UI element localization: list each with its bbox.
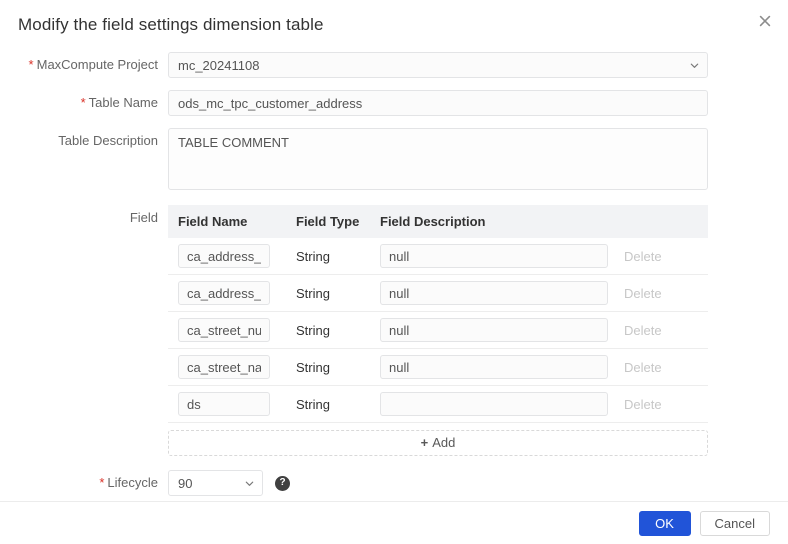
column-header-field-name: Field Name xyxy=(168,205,286,238)
modify-field-settings-dialog: Modify the field settings dimension tabl… xyxy=(0,0,788,544)
required-asterisk: * xyxy=(99,475,105,490)
ok-button[interactable]: OK xyxy=(638,510,691,536)
form: *MaxCompute Project *Tab xyxy=(0,48,788,496)
delete-link[interactable]: Delete xyxy=(624,286,662,301)
table-name-label: * Table Name xyxy=(0,90,168,116)
field-name-input[interactable] xyxy=(178,355,270,379)
cell-field-name xyxy=(168,348,286,386)
field-description-input[interactable] xyxy=(380,355,608,379)
table-name-input[interactable] xyxy=(168,90,708,116)
required-asterisk: * xyxy=(28,57,34,72)
cell-field-type: String xyxy=(286,274,370,312)
field-table-head: Field Name Field Type Field Description xyxy=(168,205,708,238)
dialog-body: *MaxCompute Project *Tab xyxy=(0,48,788,501)
cell-field-description xyxy=(370,274,614,312)
table-row: String Delete xyxy=(168,238,708,275)
field-description-input[interactable] xyxy=(380,244,608,268)
field-name-input[interactable] xyxy=(178,281,270,305)
cell-action: Delete xyxy=(614,311,708,349)
delete-link[interactable]: Delete xyxy=(624,249,662,264)
lifecycle-select[interactable] xyxy=(168,470,263,496)
cell-field-description xyxy=(370,385,614,423)
column-header-action xyxy=(614,205,708,238)
field-table-body: String Delete String Delete xyxy=(168,238,708,423)
field-label: Field xyxy=(129,210,158,225)
dialog-footer: OK Cancel xyxy=(0,501,788,544)
cancel-button[interactable]: Cancel xyxy=(699,510,770,536)
cell-action: Delete xyxy=(614,238,708,275)
cell-field-type: String xyxy=(286,348,370,386)
cell-field-type: String xyxy=(286,238,370,275)
field-table: Field Name Field Type Field Description … xyxy=(168,205,708,423)
field-name-input[interactable] xyxy=(178,244,270,268)
field-control: Field Name Field Type Field Description … xyxy=(168,205,788,456)
maxcompute-project-select-wrap xyxy=(168,52,708,78)
cell-field-name xyxy=(168,238,286,275)
table-name-control xyxy=(168,90,788,116)
field-description-input[interactable] xyxy=(380,318,608,342)
field-name-input[interactable] xyxy=(178,318,270,342)
dialog-header: Modify the field settings dimension tabl… xyxy=(0,0,788,48)
maxcompute-project-label: * MaxCompute Project xyxy=(0,52,168,78)
form-row-maxcompute-project: * MaxCompute Project xyxy=(0,52,788,78)
form-row-lifecycle: *Lifecycle ? xyxy=(0,470,788,496)
cell-field-description xyxy=(370,311,614,349)
form-row-table-name: * Table Name xyxy=(0,90,788,116)
add-field-button[interactable]: + Add xyxy=(168,430,708,456)
table-description-label: Table Description xyxy=(58,133,158,148)
cell-field-name xyxy=(168,385,286,423)
field-name-input[interactable] xyxy=(178,392,270,416)
field-table-header-row: Field Name Field Type Field Description xyxy=(168,205,708,238)
table-row: String Delete xyxy=(168,311,708,349)
required-asterisk: * xyxy=(80,95,86,110)
table-description-control: TABLE COMMENT xyxy=(168,128,788,193)
question-mark-icon[interactable]: ? xyxy=(275,475,290,491)
form-row-field: Field Field Name Field Type Field Descri… xyxy=(0,205,788,456)
lifecycle-label: * Lifecycle xyxy=(0,470,168,496)
cell-field-description xyxy=(370,348,614,386)
lifecycle-label-text: Lifecycle xyxy=(107,475,158,490)
add-field-label: Add xyxy=(432,435,456,450)
table-name-label-text: Table Name xyxy=(88,95,158,110)
close-icon[interactable] xyxy=(754,10,776,32)
table-row: String Delete xyxy=(168,274,708,312)
maxcompute-project-select[interactable] xyxy=(168,52,708,78)
cell-field-name xyxy=(168,311,286,349)
delete-link[interactable]: Delete xyxy=(624,360,662,375)
cell-action: Delete xyxy=(614,348,708,386)
maxcompute-project-label-text: MaxCompute Project xyxy=(36,57,158,72)
delete-link[interactable]: Delete xyxy=(624,323,662,338)
cell-field-description xyxy=(370,238,614,275)
column-header-field-description: Field Description xyxy=(370,205,614,238)
page-title: Modify the field settings dimension tabl… xyxy=(18,15,324,34)
table-description-textarea[interactable]: TABLE COMMENT xyxy=(168,128,708,190)
delete-link[interactable]: Delete xyxy=(624,397,662,412)
lifecycle-select-wrap xyxy=(168,470,263,496)
cell-field-type: String xyxy=(286,311,370,349)
maxcompute-project-control xyxy=(168,52,788,78)
form-row-table-description: Table Description TABLE COMMENT xyxy=(0,128,788,193)
lifecycle-control: ? xyxy=(168,470,788,496)
cell-field-type: String xyxy=(286,385,370,423)
field-description-input[interactable] xyxy=(380,281,608,305)
field-description-input[interactable] xyxy=(380,392,608,416)
table-row: String Delete xyxy=(168,385,708,423)
cell-field-name xyxy=(168,274,286,312)
table-row: String Delete xyxy=(168,348,708,386)
plus-icon: + xyxy=(420,435,429,450)
cell-action: Delete xyxy=(614,274,708,312)
column-header-field-type: Field Type xyxy=(286,205,370,238)
cell-action: Delete xyxy=(614,385,708,423)
